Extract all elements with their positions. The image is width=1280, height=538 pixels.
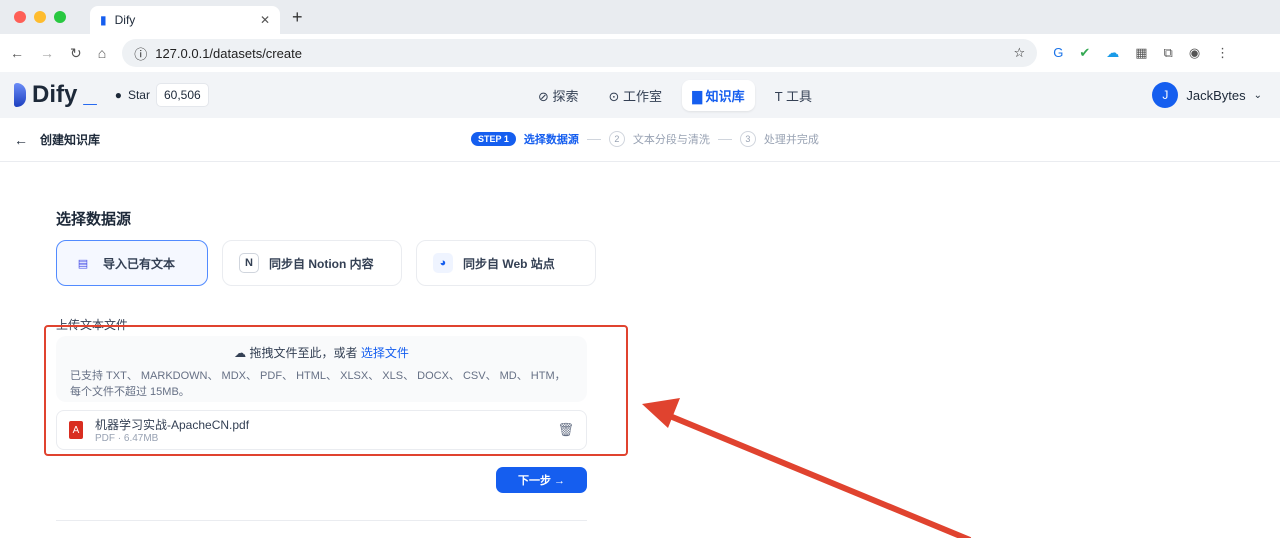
arrow-head xyxy=(642,398,680,428)
arrow-shaft xyxy=(663,411,972,538)
annotation-arrow xyxy=(642,398,972,538)
